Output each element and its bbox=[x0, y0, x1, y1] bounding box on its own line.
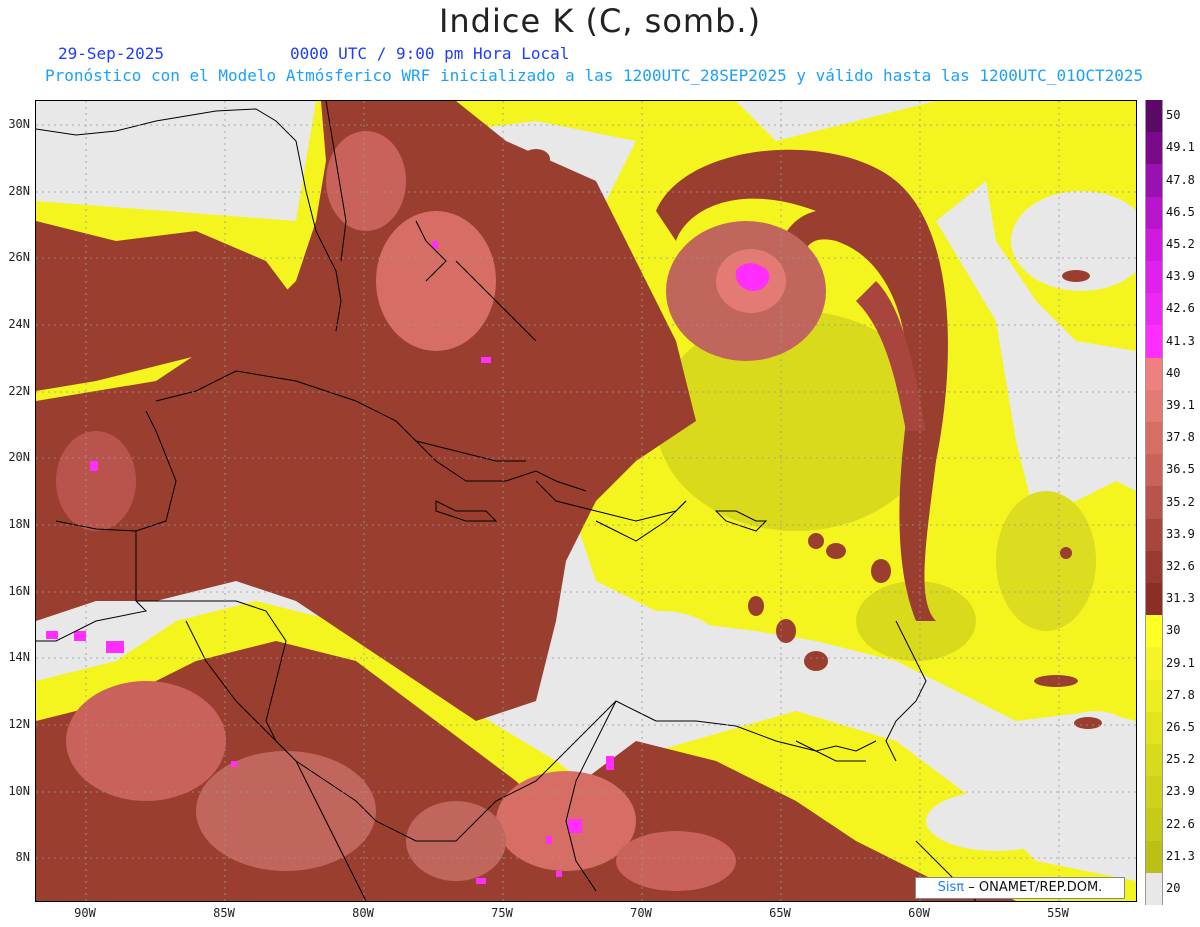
colorbar-swatch bbox=[1145, 454, 1163, 487]
colorbar-label: 39.1 bbox=[1166, 397, 1195, 412]
credit-brand: Sisπ bbox=[937, 880, 965, 895]
colorbar-swatch bbox=[1145, 389, 1163, 423]
colorbar-swatch bbox=[1145, 486, 1163, 520]
colorbar-swatch bbox=[1145, 196, 1163, 230]
colorbar-label: 37.8 bbox=[1166, 430, 1195, 445]
colorbar-label: 40 bbox=[1166, 365, 1181, 380]
colorbar-label: 32.6 bbox=[1166, 558, 1195, 573]
colorbar-swatch bbox=[1145, 228, 1163, 262]
colorbar-label: 29.1 bbox=[1166, 655, 1195, 670]
lon-label: 85W bbox=[213, 906, 235, 920]
colorbar-label: 36.5 bbox=[1166, 462, 1195, 477]
credit-text: – ONAMET/REP.DOM. bbox=[968, 880, 1103, 895]
colorbar-swatch bbox=[1145, 100, 1163, 133]
colorbar-swatch bbox=[1145, 325, 1163, 359]
credit-box: Sisπ – ONAMET/REP.DOM. bbox=[915, 877, 1125, 899]
colorbar-label: 22.6 bbox=[1166, 816, 1195, 831]
colorbar-swatch bbox=[1145, 422, 1163, 455]
colorbar-label: 42.6 bbox=[1166, 301, 1195, 316]
lat-label: 18N bbox=[8, 517, 30, 531]
colorbar-swatch bbox=[1145, 518, 1163, 552]
colorbar-label: 45.2 bbox=[1166, 236, 1195, 251]
lat-label: 20N bbox=[8, 450, 30, 464]
colorbar-swatch bbox=[1145, 357, 1163, 391]
colorbar-swatch bbox=[1145, 808, 1163, 842]
colorbar-label: 30 bbox=[1166, 623, 1181, 638]
lat-label: 24N bbox=[8, 317, 30, 331]
forecast-time: 0000 UTC / 9:00 pm Hora Local bbox=[290, 44, 570, 63]
lat-label: 10N bbox=[8, 784, 30, 798]
colorbar-label: 47.8 bbox=[1166, 172, 1195, 187]
colorbar-swatch bbox=[1145, 711, 1163, 745]
colorbar-label: 49.1 bbox=[1166, 140, 1195, 155]
colorbar-label: 23.9 bbox=[1166, 784, 1195, 799]
colorbar-label: 35.2 bbox=[1166, 494, 1195, 509]
colorbar-label: 25.2 bbox=[1166, 752, 1195, 767]
lon-label: 65W bbox=[769, 906, 791, 920]
forecast-date: 29-Sep-2025 bbox=[58, 44, 164, 63]
colorbar-swatch bbox=[1145, 293, 1163, 326]
lat-label: 8N bbox=[15, 850, 30, 864]
map-canvas bbox=[36, 101, 1136, 901]
colorbar-label: 43.9 bbox=[1166, 269, 1195, 284]
colorbar-label: 27.8 bbox=[1166, 687, 1195, 702]
colorbar-swatch bbox=[1145, 744, 1163, 777]
k-index-map bbox=[35, 100, 1137, 902]
colorbar-label: 26.5 bbox=[1166, 719, 1195, 734]
colorbar-label: 20 bbox=[1166, 880, 1181, 895]
lon-label: 90W bbox=[74, 906, 96, 920]
lat-label: 14N bbox=[8, 650, 30, 664]
lat-label: 26N bbox=[8, 250, 30, 264]
colorbar-swatch bbox=[1145, 776, 1163, 809]
colorbar-swatch bbox=[1145, 164, 1163, 198]
lat-label: 28N bbox=[8, 184, 30, 198]
colorbar-swatch bbox=[1145, 840, 1163, 874]
lat-label: 16N bbox=[8, 584, 30, 598]
lat-label: 12N bbox=[8, 717, 30, 731]
colorbar-label: 46.5 bbox=[1166, 204, 1195, 219]
lat-label: 22N bbox=[8, 384, 30, 398]
colorbar-label: 21.3 bbox=[1166, 848, 1195, 863]
colorbar-label: 41.3 bbox=[1166, 333, 1195, 348]
lat-label: 30N bbox=[8, 117, 30, 131]
forecast-note: Pronóstico con el Modelo Atmósferico WRF… bbox=[45, 66, 1144, 85]
colorbar-label: 31.3 bbox=[1166, 591, 1195, 606]
lon-label: 70W bbox=[630, 906, 652, 920]
colorbar-swatch bbox=[1145, 132, 1163, 165]
colorbar-label: 50 bbox=[1166, 108, 1181, 123]
colorbar-swatch bbox=[1145, 615, 1163, 648]
colorbar-swatch bbox=[1145, 550, 1163, 584]
colorbar-label: 33.9 bbox=[1166, 526, 1195, 541]
colorbar-swatch bbox=[1145, 583, 1163, 616]
lon-label: 60W bbox=[908, 906, 930, 920]
colorbar-swatch bbox=[1145, 872, 1163, 906]
colorbar-swatch bbox=[1145, 647, 1163, 681]
colorbar-swatch bbox=[1145, 679, 1163, 713]
lon-label: 55W bbox=[1047, 906, 1069, 920]
colorbar-swatch bbox=[1145, 261, 1163, 294]
lon-label: 75W bbox=[491, 906, 513, 920]
map-title: Indice K (C, somb.) bbox=[438, 2, 762, 40]
lon-label: 80W bbox=[352, 906, 374, 920]
